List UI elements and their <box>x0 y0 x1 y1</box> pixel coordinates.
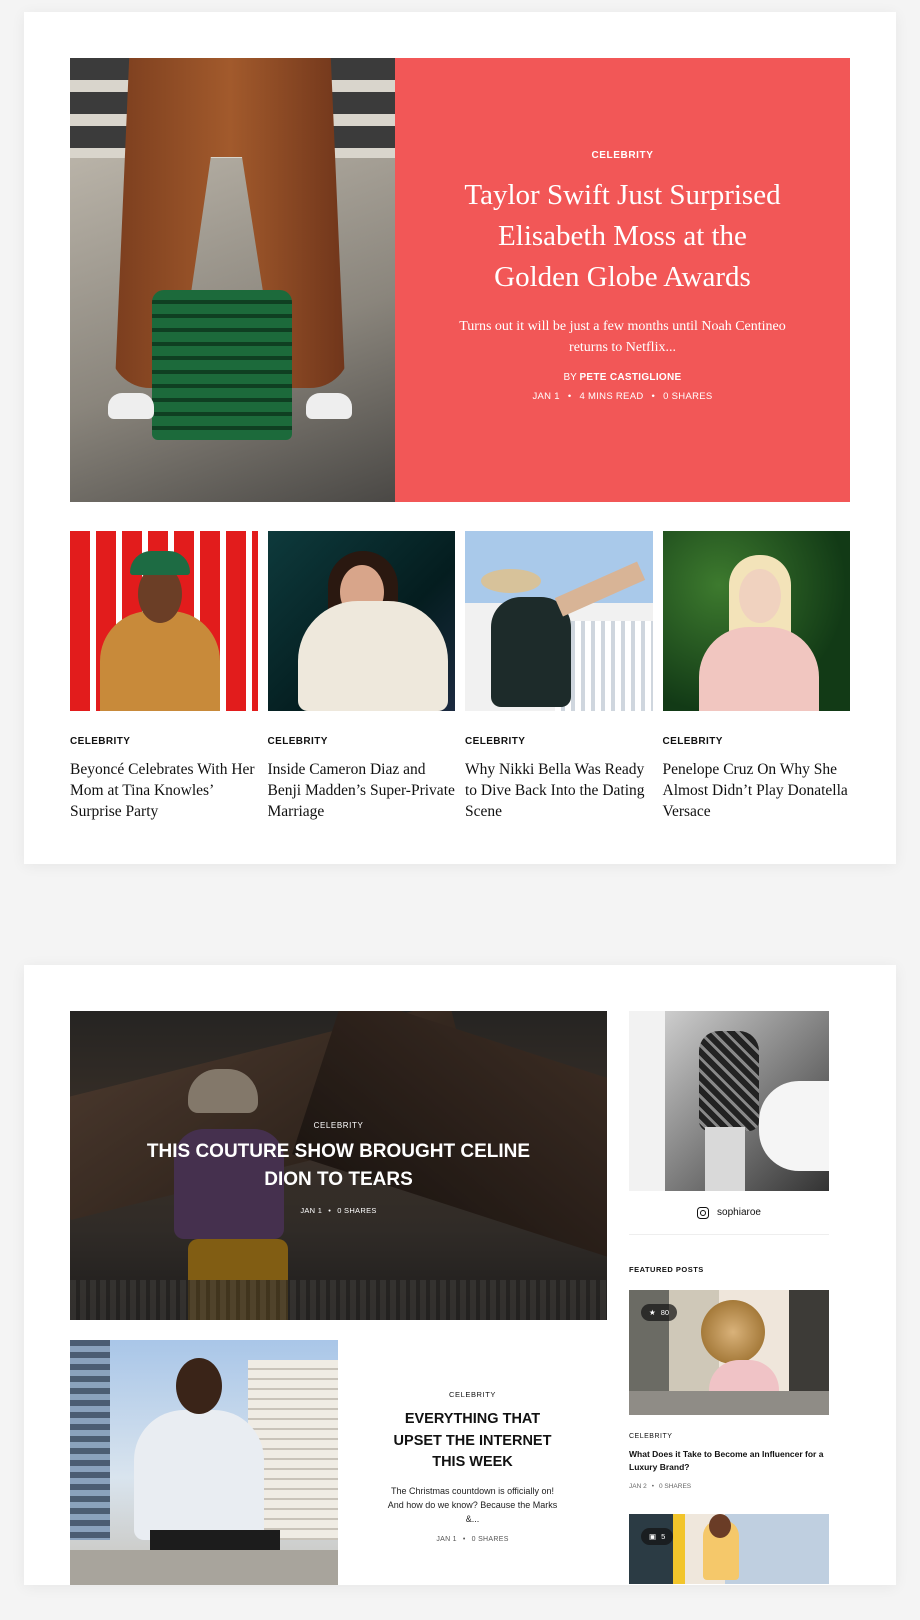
thumb-road <box>629 1391 829 1415</box>
hero-meta: JAN 1 • 4 MINS READ • 0 SHARES <box>435 391 810 402</box>
meta-separator: • <box>651 1483 654 1490</box>
post-title[interactable]: Penelope Cruz On Why She Almost Didn’t P… <box>663 759 851 822</box>
meta-separator: • <box>651 391 656 402</box>
thumb-face <box>709 1514 731 1538</box>
grid-post[interactable]: CELEBRITY Inside Cameron Diaz and Benji … <box>267 531 456 822</box>
post-meta: JAN 1 • 0 SHARES <box>378 1536 567 1543</box>
badge-count: 80 <box>660 1308 670 1317</box>
post-thumbnail[interactable] <box>267 531 455 711</box>
post-category[interactable]: CELEBRITY <box>629 1433 829 1440</box>
post-thumbnail[interactable] <box>662 531 850 711</box>
thumb-top <box>698 627 819 711</box>
instagram-link[interactable]: sophiaroe <box>629 1191 829 1235</box>
hero-title[interactable]: Taylor Swift Just Surprised Elisabeth Mo… <box>435 175 810 298</box>
post-category[interactable]: CELEBRITY <box>268 736 456 747</box>
byline-prefix: BY <box>563 372 577 383</box>
hero-post[interactable]: CELEBRITY Taylor Swift Just Surprised El… <box>70 58 850 502</box>
hero-excerpt: Turns out it will be just a few months u… <box>459 319 786 355</box>
top-section-card: CELEBRITY Taylor Swift Just Surprised El… <box>24 12 896 864</box>
post-thumbnail[interactable] <box>465 531 653 711</box>
post-date: JAN 1 <box>532 391 560 402</box>
thumb-hat <box>130 551 190 575</box>
share-count: 0 SHARES <box>337 1206 377 1215</box>
share-count: 0 SHARES <box>658 1483 692 1490</box>
insta-dress <box>699 1031 759 1131</box>
post-thumbnail[interactable] <box>70 1340 338 1585</box>
thumb-jacket <box>134 1410 264 1540</box>
featured-post[interactable]: CELEBRITY THIS COUTURE SHOW BROUGHT CELI… <box>70 1011 607 1320</box>
read-time: 4 MINS READ <box>579 391 644 402</box>
thumb-face <box>738 569 781 623</box>
thumb-body <box>491 597 571 707</box>
thumb-hat <box>481 569 541 593</box>
list-post[interactable]: CELEBRITY EVERYTHING THAT UPSET THE INTE… <box>70 1340 607 1585</box>
meta-separator: • <box>328 1206 332 1215</box>
hero-category[interactable]: CELEBRITY <box>435 150 810 161</box>
featured-post-thumbnail[interactable]: ▣ 5 <box>629 1514 829 1584</box>
post-category[interactable]: CELEBRITY <box>378 1390 567 1399</box>
grid-post[interactable]: CELEBRITY Why Nikki Bella Was Ready to D… <box>465 531 653 822</box>
post-category[interactable]: CELEBRITY <box>663 736 851 747</box>
post-title[interactable]: EVERYTHING THAT UPSET THE INTERNET THIS … <box>393 1409 553 1474</box>
hero-image-shoe <box>108 393 154 419</box>
thumb-wall <box>70 1550 338 1585</box>
featured-meta: JAN 1 • 0 SHARES <box>70 1206 607 1215</box>
thumb-face <box>176 1358 222 1414</box>
featured-post-thumbnail[interactable]: ★ 80 <box>629 1290 829 1415</box>
insta-door <box>629 1011 665 1191</box>
badge-count: 5 <box>661 1532 666 1541</box>
post-date: JAN 1 <box>436 1535 457 1543</box>
post-title[interactable]: What Does it Take to Become an Influence… <box>629 1448 829 1473</box>
hero-image-bag <box>152 290 292 440</box>
post-category[interactable]: CELEBRITY <box>70 736 258 747</box>
post-grid: CELEBRITY Beyoncé Celebrates With Her Mo… <box>70 531 850 822</box>
featured-title[interactable]: THIS COUTURE SHOW BROUGHT CELINE DION TO… <box>129 1138 549 1194</box>
featured-text: CELEBRITY THIS COUTURE SHOW BROUGHT CELI… <box>70 1121 607 1215</box>
insta-legs <box>705 1127 745 1191</box>
meta-separator: • <box>567 391 572 402</box>
grid-post[interactable]: CELEBRITY Penelope Cruz On Why She Almos… <box>662 531 851 822</box>
post-date: JAN 2 <box>629 1483 647 1490</box>
hero-image[interactable] <box>70 58 395 502</box>
hero-image-shoe <box>306 393 352 419</box>
bottom-section-card: CELEBRITY THIS COUTURE SHOW BROUGHT CELI… <box>24 965 896 1585</box>
instagram-handle[interactable]: sophiaroe <box>717 1207 761 1218</box>
meta-separator: • <box>462 1535 466 1543</box>
post-category[interactable]: CELEBRITY <box>465 736 653 747</box>
insta-chair <box>759 1081 829 1171</box>
grid-post[interactable]: CELEBRITY Beyoncé Celebrates With Her Mo… <box>70 531 258 822</box>
thumb-legs <box>554 561 646 617</box>
thumb-coat <box>100 611 220 711</box>
list-post-text: CELEBRITY EVERYTHING THAT UPSET THE INTE… <box>338 1340 607 1585</box>
star-icon: ★ <box>649 1308 656 1317</box>
hero-panel: CELEBRITY Taylor Swift Just Surprised El… <box>395 58 850 502</box>
featured-posts-heading: FEATURED POSTS <box>629 1265 704 1274</box>
post-excerpt: The Christmas countdown is officially on… <box>387 1485 558 1524</box>
gallery-badge: ▣ 5 <box>641 1528 674 1545</box>
sidebar: sophiaroe FEATURED POSTS ★ 80 CELEBRITY … <box>629 1011 829 1584</box>
featured-category[interactable]: CELEBRITY <box>70 1121 607 1130</box>
share-count: 0 SHARES <box>663 391 713 402</box>
post-title[interactable]: Beyoncé Celebrates With Her Mom at Tina … <box>70 759 258 822</box>
instagram-icon <box>697 1206 710 1219</box>
post-title[interactable]: Why Nikki Bella Was Ready to Dive Back I… <box>465 759 653 822</box>
thumb-hat <box>701 1300 765 1364</box>
thumb-sweater <box>297 601 448 711</box>
share-count: 0 SHARES <box>471 1535 509 1543</box>
instagram-image[interactable] <box>629 1011 829 1191</box>
post-meta: JAN 2 • 0 SHARES <box>629 1483 829 1490</box>
rating-badge: ★ 80 <box>641 1304 678 1321</box>
image-icon: ▣ <box>649 1532 657 1541</box>
post-thumbnail[interactable] <box>70 531 258 711</box>
hero-byline: BY PETE CASTIGLIONE <box>435 372 810 383</box>
author-link[interactable]: PETE CASTIGLIONE <box>579 372 681 383</box>
post-title[interactable]: Inside Cameron Diaz and Benji Madden’s S… <box>268 759 456 822</box>
post-date: JAN 1 <box>300 1206 323 1215</box>
thumb-building <box>70 1340 110 1540</box>
